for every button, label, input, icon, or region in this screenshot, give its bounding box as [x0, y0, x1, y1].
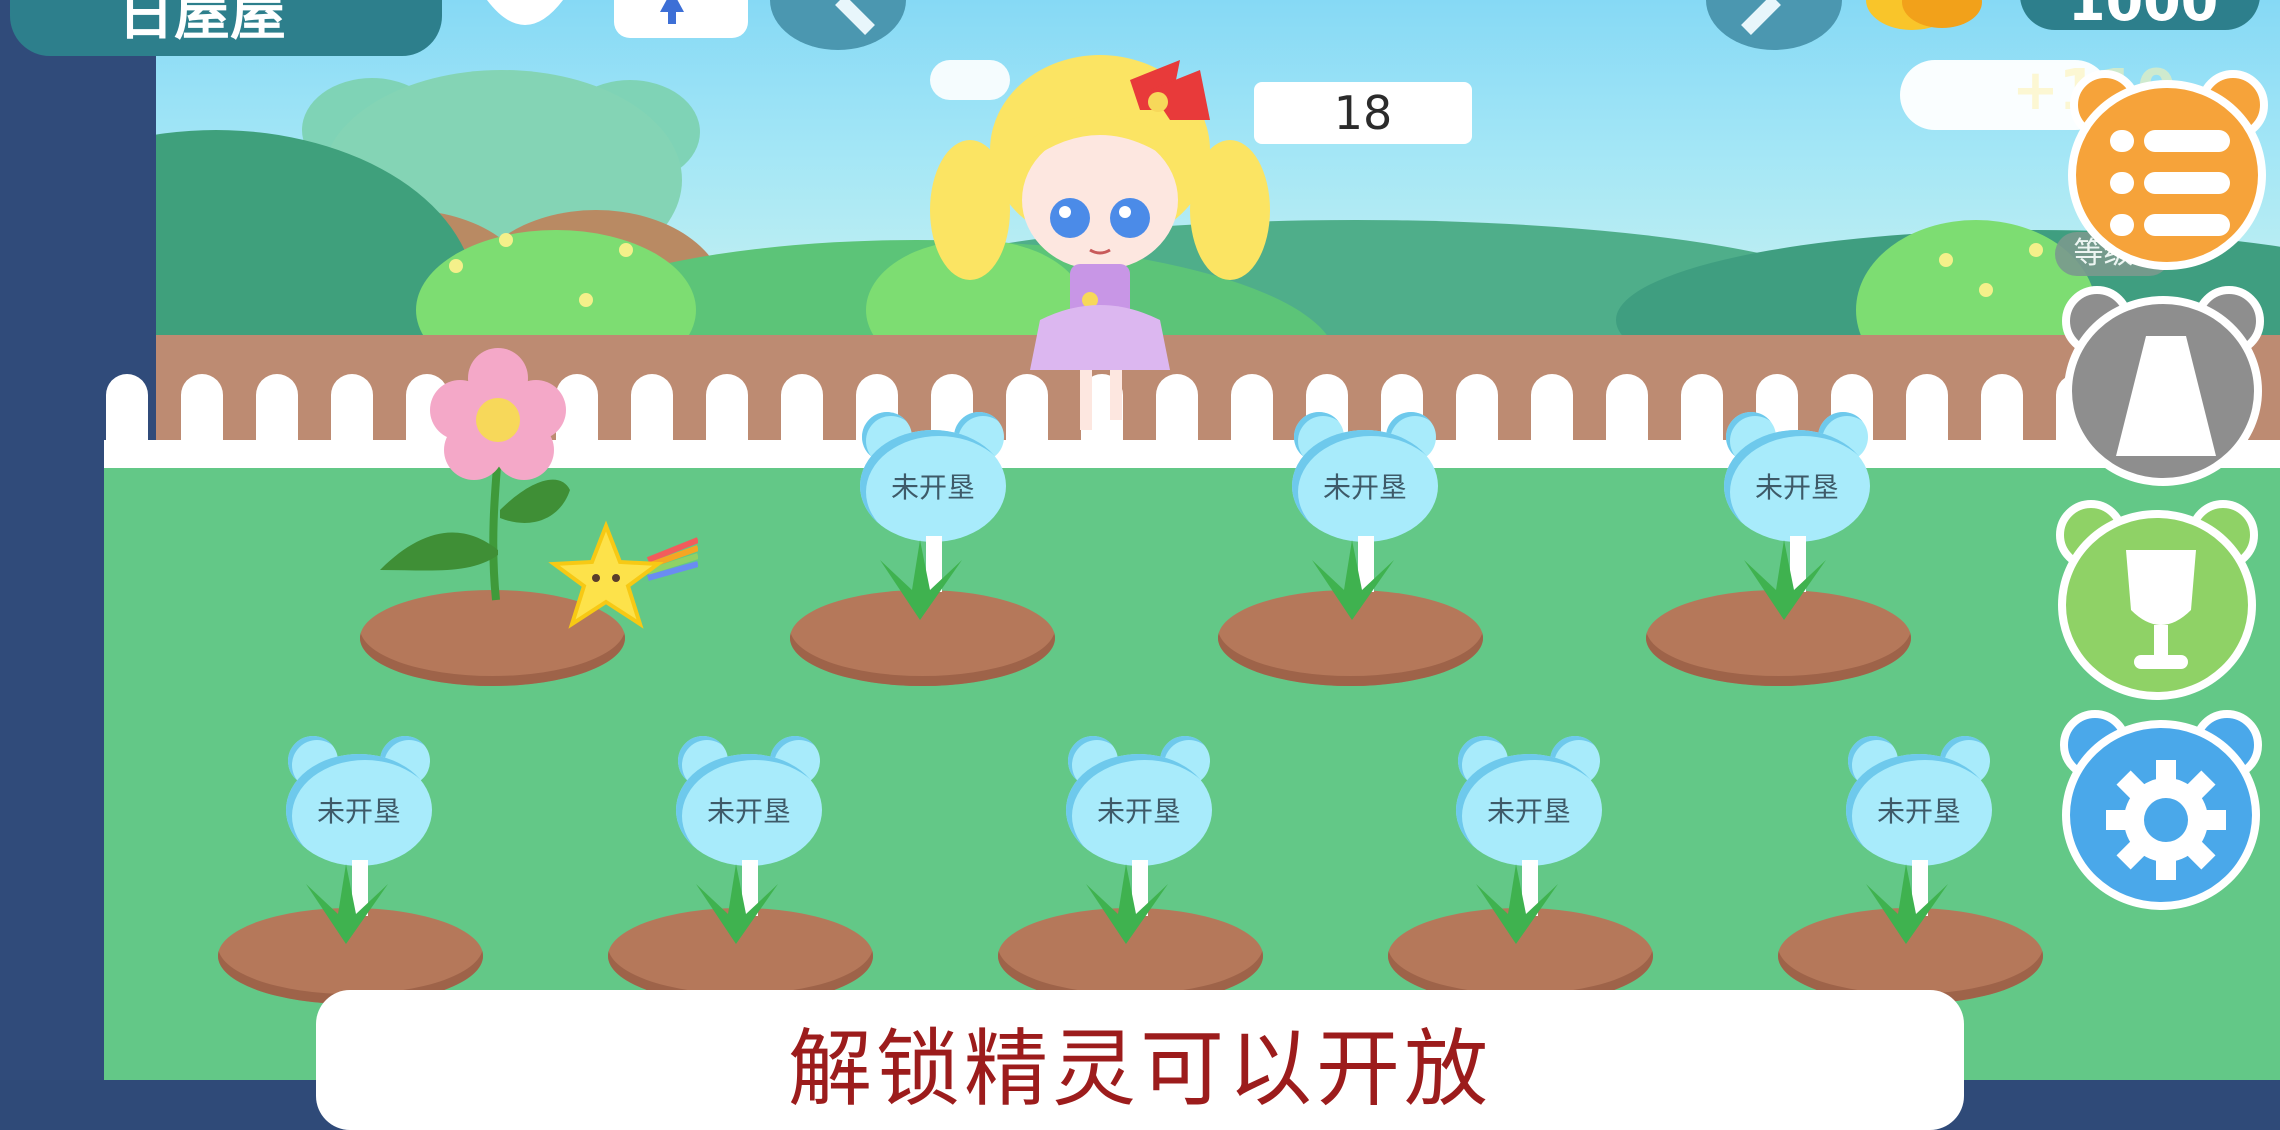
arrow-left-icon: [835, 0, 875, 35]
back-button[interactable]: [770, 0, 906, 50]
heart-icon[interactable]: [470, 0, 580, 50]
plot-sign[interactable]: 未开垦: [848, 408, 1018, 592]
forward-button[interactable]: [1706, 0, 1842, 50]
sign-stick: [1522, 860, 1538, 916]
arrow-right-icon: [1741, 0, 1781, 35]
sign-stick: [352, 860, 368, 916]
coin-icon: [1866, 0, 1982, 30]
dirt-plot[interactable]: [1646, 590, 1911, 686]
plot-status-label: 未开垦: [1322, 471, 1407, 504]
task-list-button[interactable]: [2060, 70, 2274, 270]
plot-status-label: 未开垦: [706, 795, 791, 828]
coin-value: 1000: [2068, 0, 2219, 33]
plot-status-label: 未开垦: [1754, 471, 1839, 504]
dirt-plot[interactable]: [790, 590, 1055, 686]
plot-status-label: 未开垦: [1876, 795, 1961, 828]
star-sprite-icon[interactable]: [548, 520, 698, 640]
sign-stick: [1912, 860, 1928, 916]
sign-stick: [926, 536, 942, 592]
plot-sign[interactable]: 未开垦: [274, 732, 444, 916]
sign-stick: [1132, 860, 1148, 916]
sign-stick: [1790, 536, 1806, 592]
trophy-icon: [2126, 550, 2196, 669]
list-icon: [2110, 130, 2230, 236]
dress-icon: [2116, 336, 2216, 456]
plot-status-label: 未开垦: [1096, 795, 1181, 828]
plot-sign[interactable]: 未开垦: [1280, 408, 1450, 592]
plot-status-label: 未开垦: [316, 795, 401, 828]
plot-status-label: 未开垦: [1486, 795, 1571, 828]
settings-button[interactable]: [2054, 710, 2268, 910]
plot-sign[interactable]: 未开垦: [1834, 732, 2004, 916]
sign-stick: [742, 860, 758, 916]
trophy-button[interactable]: [2050, 500, 2264, 700]
counter-box: 18: [1254, 82, 1472, 144]
dialog-message: 解锁精灵可以开放: [787, 1020, 1492, 1118]
character-girl-avatar[interactable]: [920, 50, 1280, 450]
plot-sign[interactable]: 未开垦: [1444, 732, 1614, 916]
plot-sign[interactable]: 未开垦: [664, 732, 834, 916]
plot-sign[interactable]: 未开垦: [1712, 408, 1882, 592]
gear-icon: [2106, 760, 2226, 880]
dirt-plot[interactable]: [1218, 590, 1483, 686]
plot-sign[interactable]: 未开垦: [1054, 732, 1224, 916]
key-button[interactable]: [614, 0, 748, 38]
key-icon: [660, 0, 684, 24]
sign-stick: [1358, 536, 1374, 592]
wardrobe-button[interactable]: [2056, 286, 2270, 486]
page-title: 日屋屋: [118, 0, 286, 48]
plot-status-label: 未开垦: [890, 471, 975, 504]
